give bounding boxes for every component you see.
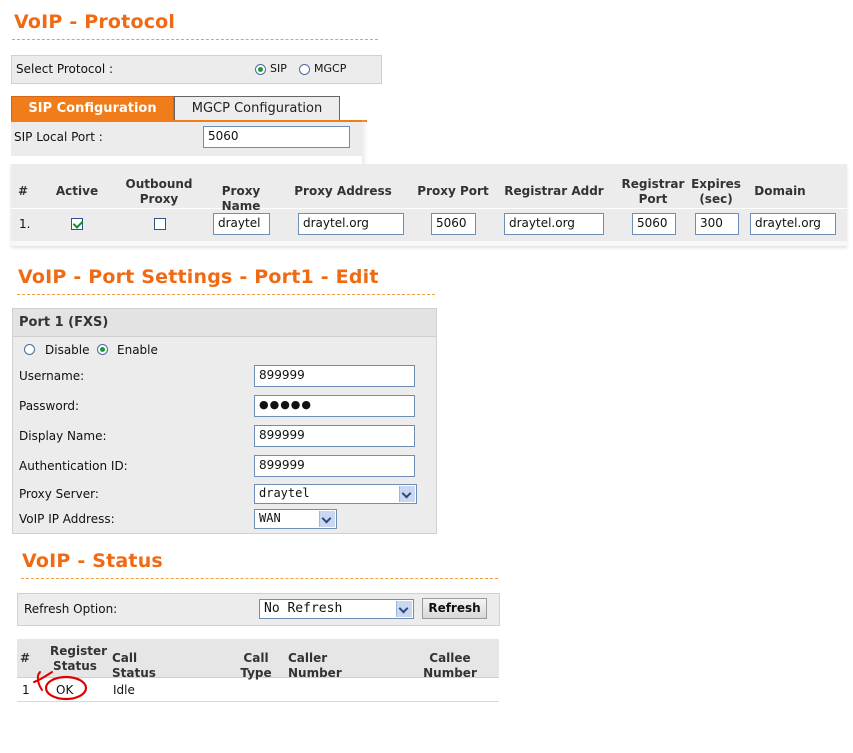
col-caller-number: Caller Number	[288, 651, 342, 680]
domain-input[interactable]: draytel.org	[750, 213, 836, 235]
authentication-id-input[interactable]: 899999	[254, 455, 415, 477]
expires-input[interactable]: 300	[695, 213, 739, 235]
sip-local-port-input[interactable]: 5060	[203, 126, 350, 148]
enable-radio[interactable]	[97, 344, 108, 355]
col-call-type: Call Type	[240, 651, 272, 680]
proxy-server-select[interactable]: draytel	[254, 484, 417, 504]
col-num: #	[17, 184, 29, 198]
row-num: 1.	[19, 217, 31, 231]
col-proxy-name: Proxy Name	[221, 184, 261, 213]
select-protocol-label: Select Protocol :	[16, 62, 114, 76]
col-active: Active	[55, 184, 99, 198]
tab-sip-configuration[interactable]: SIP Configuration	[11, 96, 174, 122]
select-protocol-row: Select Protocol : SIP MGCP	[11, 55, 382, 84]
proxy-name-input[interactable]: draytel	[213, 213, 270, 235]
status-title: VoIP - Status	[22, 550, 163, 572]
username-label: Username:	[19, 369, 85, 383]
col-outbound-proxy: Outbound Proxy	[125, 177, 193, 206]
refresh-button[interactable]: Refresh	[422, 598, 487, 619]
proxy-server-label: Proxy Server:	[19, 487, 99, 501]
disable-radio[interactable]	[24, 344, 35, 355]
torn-row-edge	[11, 241, 847, 246]
proxy-port-input[interactable]: 5060	[431, 213, 476, 235]
tab-mgcp-configuration[interactable]: MGCP Configuration	[174, 96, 340, 122]
col-num: #	[19, 651, 31, 665]
disable-label: Disable	[45, 343, 90, 357]
voip-ip-select[interactable]: WAN	[254, 509, 337, 529]
col-proxy-port: Proxy Port	[417, 184, 489, 198]
col-registrar-addr: Registrar Addr	[504, 184, 604, 198]
mgcp-radio[interactable]	[299, 64, 310, 75]
active-checkbox[interactable]	[71, 218, 83, 230]
col-proxy-address: Proxy Address	[294, 184, 392, 198]
title-divider	[21, 578, 498, 579]
sip-radio[interactable]	[255, 64, 266, 75]
display-name-input[interactable]: 899999	[254, 425, 415, 447]
mgcp-radio-label: MGCP	[314, 62, 347, 75]
refresh-option-select[interactable]: No Refresh	[259, 599, 414, 619]
chevron-down-icon	[319, 511, 335, 527]
refresh-option-value: No Refresh	[264, 601, 343, 616]
call-status-value: Idle	[113, 683, 135, 697]
annotation-circle-icon	[33, 671, 88, 701]
refresh-option-label: Refresh Option:	[24, 602, 118, 616]
protocol-title: VoIP - Protocol	[14, 11, 176, 33]
enable-label: Enable	[117, 343, 158, 357]
username-input[interactable]: 899999	[254, 365, 415, 387]
chevron-down-icon	[396, 601, 412, 617]
sip-radio-label: SIP	[270, 62, 287, 75]
outbound-proxy-checkbox[interactable]	[154, 218, 166, 230]
password-input[interactable]: ●●●●●	[254, 395, 415, 417]
port-header: Port 1 (FXS)	[19, 315, 109, 330]
chevron-down-icon	[399, 486, 415, 502]
proxy-server-value: draytel	[259, 486, 310, 500]
port-settings-title: VoIP - Port Settings - Port1 - Edit	[18, 266, 379, 288]
title-divider	[12, 39, 378, 40]
table-divider	[11, 208, 847, 209]
col-expires: Expires (sec)	[691, 177, 741, 206]
local-port-label: SIP Local Port :	[14, 130, 103, 144]
registrar-addr-input[interactable]: draytel.org	[504, 213, 604, 235]
title-divider	[17, 294, 435, 295]
status-row-num: 1	[22, 683, 30, 697]
authentication-id-label: Authentication ID:	[19, 459, 128, 473]
voip-ip-value: WAN	[259, 511, 281, 525]
col-registrar-port: Registrar Port	[621, 177, 685, 206]
proxy-address-input[interactable]: draytel.org	[298, 213, 404, 235]
password-label: Password:	[19, 399, 80, 413]
registrar-port-input[interactable]: 5060	[632, 213, 676, 235]
torn-edge	[362, 120, 853, 164]
display-name-label: Display Name:	[19, 429, 107, 443]
col-domain: Domain	[754, 184, 806, 198]
col-callee-number: Callee Number	[423, 651, 477, 680]
col-call-status: Call Status	[112, 651, 156, 680]
voip-ip-address-label: VoIP IP Address:	[19, 512, 115, 526]
